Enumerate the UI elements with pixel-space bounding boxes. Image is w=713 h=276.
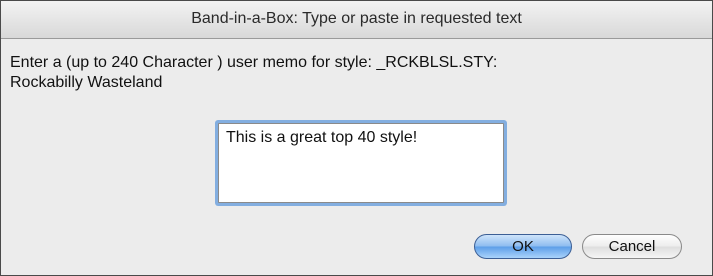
title-bar[interactable]: Band-in-a-Box: Type or paste in requeste… — [1, 1, 712, 39]
dialog-title: Band-in-a-Box: Type or paste in requeste… — [191, 10, 522, 27]
cancel-button[interactable]: Cancel — [582, 234, 682, 259]
dialog-window: Band-in-a-Box: Type or paste in requeste… — [0, 0, 713, 276]
prompt-text: Enter a (up to 240 Character ) user memo… — [10, 54, 498, 91]
memo-input[interactable] — [218, 123, 504, 203]
ok-button[interactable]: OK — [474, 234, 572, 259]
